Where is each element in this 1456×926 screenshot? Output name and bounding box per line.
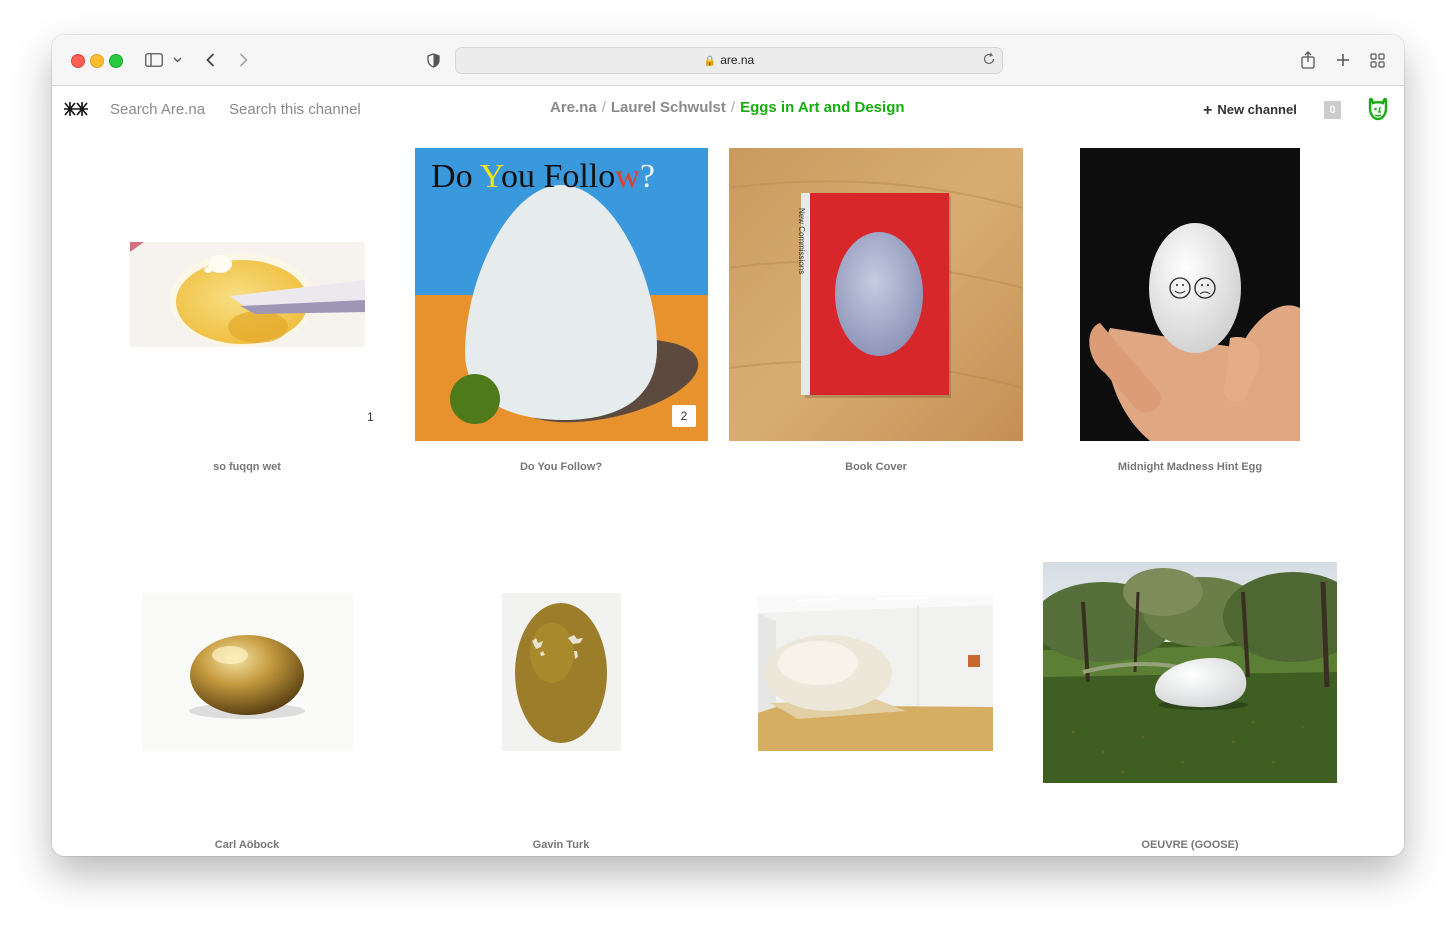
url-text: are.na [720, 53, 755, 67]
cover-title-text: Do You Follow? [431, 158, 655, 195]
breadcrumb-separator: / [601, 99, 606, 116]
privacy-shield-icon[interactable] [425, 50, 441, 70]
arena-logo-icon[interactable] [62, 99, 90, 119]
breadcrumb-channel-link[interactable]: Eggs in Art and Design [740, 99, 904, 116]
block-image-carl-aubock[interactable] [142, 593, 353, 751]
block-image-book-cover[interactable]: New Commissions [729, 148, 1023, 441]
block-title[interactable]: Do You Follow? [411, 461, 711, 473]
chevron-down-icon[interactable] [171, 50, 183, 70]
new-channel-label: New channel [1217, 102, 1297, 117]
block-index-badge: 1 [367, 410, 374, 424]
sidebar-toggle-icon[interactable] [144, 50, 164, 70]
close-window-button[interactable] [71, 54, 85, 68]
zoom-window-button[interactable] [109, 54, 123, 68]
block-image-gavin-turk[interactable] [502, 593, 621, 751]
share-icon[interactable] [1300, 50, 1316, 70]
minimize-window-button[interactable] [90, 54, 104, 68]
block-title[interactable]: Book Cover [726, 461, 1026, 473]
lock-icon: 🔒 [703, 56, 717, 67]
block-title[interactable]: Gavin Turk [411, 839, 711, 851]
tab-overview-icon[interactable] [1369, 50, 1385, 70]
new-channel-button[interactable]: + New channel [1203, 101, 1297, 119]
block-image-do-you-follow[interactable]: Do You Follow? 2 [415, 148, 708, 441]
block-index-badge: 2 [672, 405, 696, 427]
breadcrumb-separator: / [730, 99, 736, 116]
breadcrumb: Are.na / Laurel Schwulst / Eggs in Art and D… [550, 99, 905, 116]
block-title[interactable]: Midnight Madness Hint Egg [1040, 461, 1340, 473]
block-title[interactable]: so fuqqn wet [97, 461, 397, 473]
back-arrow-icon[interactable] [202, 50, 218, 70]
new-tab-plus-icon[interactable] [1335, 50, 1351, 70]
browser-toolbar: 🔒 are.na [52, 35, 1404, 86]
block-image-gallery-egg[interactable] [758, 595, 993, 751]
plus-icon: + [1203, 102, 1213, 119]
block-title[interactable]: OEUVRE (GOOSE) [1040, 839, 1340, 851]
block-image-oeuvre-goose[interactable] [1043, 562, 1337, 783]
search-channel-input[interactable]: Search this channel [229, 101, 361, 118]
address-bar[interactable]: 🔒 are.na [455, 47, 1003, 74]
search-arena-input[interactable]: Search Are.na [110, 101, 205, 118]
forward-arrow-icon[interactable] [235, 50, 251, 70]
notification-count-badge[interactable]: 0 [1324, 101, 1341, 119]
block-title[interactable]: Carl Aöbock [97, 839, 397, 851]
block-image-midnight-madness-egg[interactable] [1080, 148, 1300, 441]
block-image-so-fuqqn-wet[interactable] [130, 242, 365, 347]
breadcrumb-root-link[interactable]: Are.na [550, 99, 597, 116]
breadcrumb-user-link[interactable]: Laurel Schwulst [611, 99, 726, 116]
browser-window: 🔒 are.na Search Are.na Search this chann… [52, 35, 1404, 856]
book-spine-text: New Commissions [797, 208, 806, 275]
reload-icon[interactable] [983, 52, 996, 71]
site-header: Search Are.na Search this channel Are.na… [52, 85, 1404, 135]
user-avatar-icon[interactable] [1366, 96, 1390, 122]
